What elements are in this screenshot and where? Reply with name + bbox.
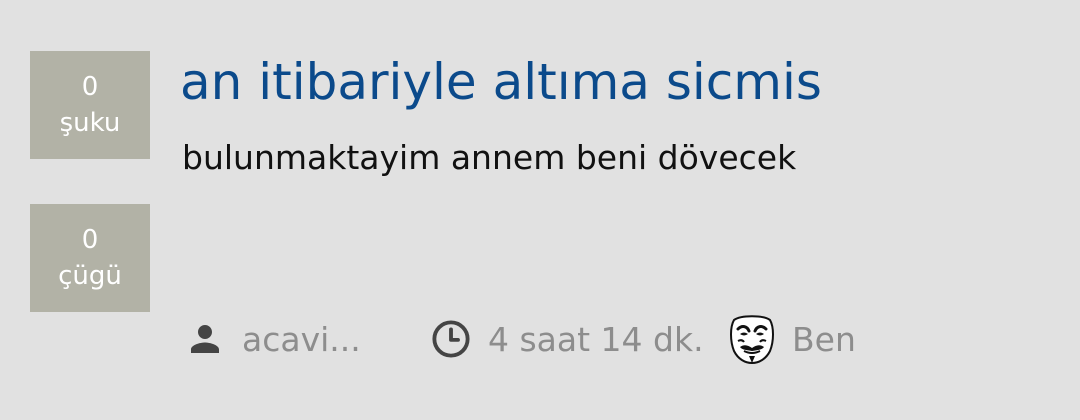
post-title[interactable]: an itibariyle altıma sicmis xyxy=(180,52,822,112)
post-time: 4 saat 14 dk. xyxy=(430,313,704,365)
clock-icon xyxy=(430,318,472,360)
suku-count: 0 xyxy=(81,72,99,102)
anonymous-mask-icon xyxy=(724,311,780,367)
author-link[interactable]: acavi... xyxy=(184,313,361,365)
cugu-count: 0 xyxy=(81,225,99,255)
cugu-label: çügü xyxy=(58,261,122,291)
time-ago: 4 saat 14 dk. xyxy=(488,319,704,359)
author-name: acavi... xyxy=(242,319,361,359)
cugu-vote-button[interactable]: 0 çügü xyxy=(30,204,150,312)
ben-link[interactable]: Ben xyxy=(724,313,856,365)
ben-label: Ben xyxy=(792,319,856,359)
post-body: bulunmaktayim annem beni dövecek xyxy=(182,138,797,177)
suku-label: şuku xyxy=(59,108,121,138)
person-icon xyxy=(184,318,226,360)
suku-vote-button[interactable]: 0 şuku xyxy=(30,51,150,159)
